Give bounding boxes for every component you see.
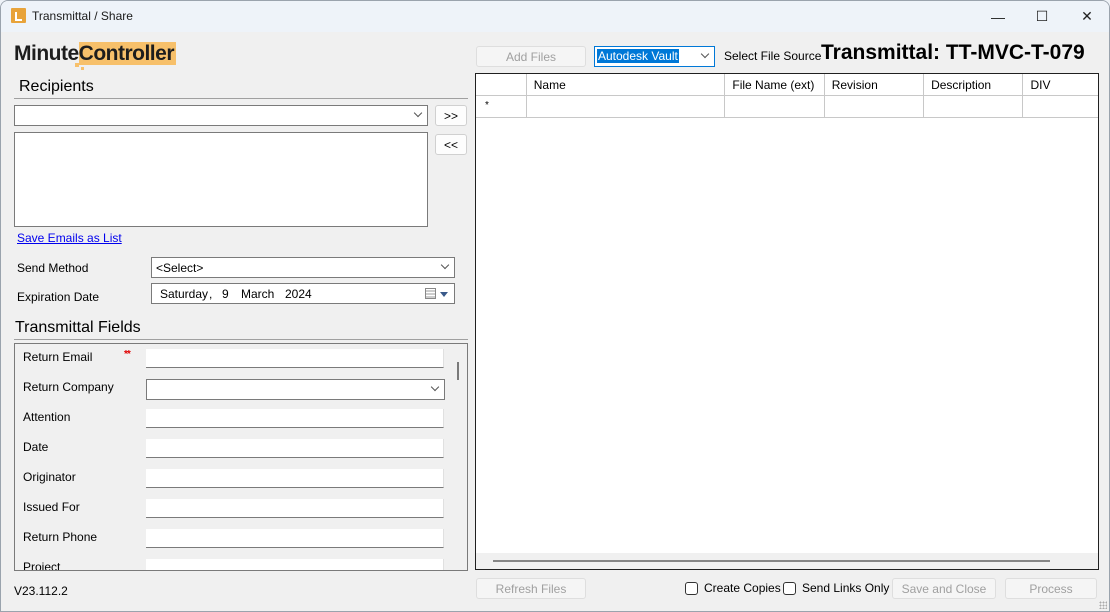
expiration-date-label: Expiration Date <box>17 290 100 304</box>
required-marker: ** <box>124 349 131 360</box>
return-email-input[interactable] <box>146 349 444 368</box>
title-bar: Transmittal / Share — ☐ ✕ <box>1 1 1109 32</box>
grid-cell-revision[interactable] <box>825 96 925 117</box>
create-copies-checkbox[interactable]: Create Copies <box>685 581 781 595</box>
recipients-list[interactable] <box>14 132 428 227</box>
date-separator: , <box>209 287 213 301</box>
resize-grip[interactable] <box>1099 601 1107 609</box>
minimize-button[interactable]: — <box>975 1 1021 32</box>
project-label: Project <box>23 560 61 571</box>
send-method-value: <Select> <box>156 261 204 275</box>
column-header-file-name[interactable]: File Name (ext) <box>725 74 825 95</box>
window-title: Transmittal / Share <box>32 9 133 23</box>
add-recipient-button[interactable]: >> <box>435 105 467 126</box>
save-and-close-button[interactable]: Save and Close <box>892 578 996 599</box>
app-icon <box>11 8 26 23</box>
return-phone-input[interactable] <box>146 529 444 548</box>
project-input[interactable] <box>146 559 444 570</box>
fields-vertical-scrollbar[interactable] <box>451 344 467 570</box>
logo-decoration <box>75 63 79 67</box>
maximize-button[interactable]: ☐ <box>1019 1 1065 32</box>
send-links-only-checkbox[interactable]: Send Links Only <box>783 581 889 595</box>
refresh-files-button[interactable]: Refresh Files <box>476 578 586 599</box>
save-emails-as-list-link[interactable]: Save Emails as List <box>17 231 122 245</box>
column-header-name[interactable]: Name <box>527 74 726 95</box>
date-weekday: Saturday <box>160 287 209 301</box>
originator-input[interactable] <box>146 469 444 488</box>
logo-decoration <box>81 67 84 70</box>
add-files-button[interactable]: Add Files <box>476 46 586 67</box>
scrollbar-thumb[interactable] <box>457 362 459 380</box>
transmittal-fields-panel: Return Email ** Return Company Attention… <box>14 343 468 571</box>
return-company-label: Return Company <box>23 380 114 394</box>
transmittal-title: Transmittal: TT-MVC-T-079 <box>821 41 1085 64</box>
return-phone-label: Return Phone <box>23 530 98 544</box>
date-label: Date <box>23 440 49 454</box>
attention-input[interactable] <box>146 409 444 428</box>
transmittal-window: Transmittal / Share — ☐ ✕ MinuteControll… <box>0 0 1110 612</box>
column-header-description[interactable]: Description <box>924 74 1024 95</box>
return-email-label: Return Email <box>23 350 93 364</box>
select-file-source-label: Select File Source <box>724 49 822 63</box>
recipients-divider <box>14 98 468 99</box>
dropdown-arrow-icon[interactable] <box>440 292 448 297</box>
create-copies-label: Create Copies <box>704 581 781 595</box>
create-copies-box[interactable] <box>685 581 698 595</box>
issued-for-label: Issued For <box>23 500 80 514</box>
row-header-column <box>476 74 527 95</box>
logo-text-controller: Controller <box>78 42 176 65</box>
column-header-revision[interactable]: Revision <box>825 74 925 95</box>
grid-horizontal-scrollbar[interactable] <box>476 553 1098 569</box>
file-source-select[interactable]: Autodesk Vault <box>594 46 715 67</box>
close-button[interactable]: ✕ <box>1064 1 1109 32</box>
logo-text-minute: Minute <box>14 42 79 65</box>
grid-cell-description[interactable] <box>924 96 1024 117</box>
calendar-icon[interactable] <box>425 288 436 299</box>
return-company-select[interactable] <box>146 379 445 400</box>
send-links-only-label: Send Links Only <box>802 581 890 595</box>
remove-recipient-button[interactable]: << <box>435 134 467 155</box>
column-header-div[interactable]: DIV <box>1023 74 1098 95</box>
recipient-combo[interactable] <box>14 105 428 126</box>
file-source-value: Autodesk Vault <box>597 49 679 63</box>
grid-cell-div[interactable] <box>1023 96 1098 117</box>
files-grid[interactable]: Name File Name (ext) Revision Descriptio… <box>475 73 1099 570</box>
chevron-down-icon <box>701 51 709 59</box>
grid-header-row: Name File Name (ext) Revision Descriptio… <box>476 74 1098 96</box>
transmittal-fields-divider <box>14 339 468 340</box>
date-input[interactable] <box>146 439 444 458</box>
date-day: 9 <box>222 287 229 301</box>
recipients-heading: Recipients <box>19 78 94 95</box>
chevron-down-icon <box>414 110 422 118</box>
send-method-select[interactable]: <Select> <box>151 257 455 278</box>
originator-label: Originator <box>23 470 76 484</box>
issued-for-input[interactable] <box>146 499 444 518</box>
process-button[interactable]: Process <box>1005 578 1097 599</box>
attention-label: Attention <box>23 410 71 424</box>
chevron-down-icon <box>441 262 449 270</box>
new-row[interactable]: * <box>476 96 1098 118</box>
transmittal-fields-heading: Transmittal Fields <box>15 319 141 336</box>
send-links-only-box[interactable] <box>783 581 796 595</box>
send-method-label: Send Method <box>17 261 89 275</box>
minute-controller-logo: MinuteController <box>14 42 176 66</box>
date-month: March <box>241 287 275 301</box>
expiration-date-picker[interactable]: Saturday , 9 March 2024 <box>151 283 455 304</box>
version-label: V23.112.2 <box>14 584 68 598</box>
grid-cell-file-name[interactable] <box>725 96 825 117</box>
scrollbar-thumb[interactable] <box>493 560 1050 562</box>
grid-cell-name[interactable] <box>527 96 726 117</box>
date-year: 2024 <box>285 287 312 301</box>
new-row-marker: * <box>476 96 527 117</box>
chevron-down-icon <box>431 384 439 392</box>
